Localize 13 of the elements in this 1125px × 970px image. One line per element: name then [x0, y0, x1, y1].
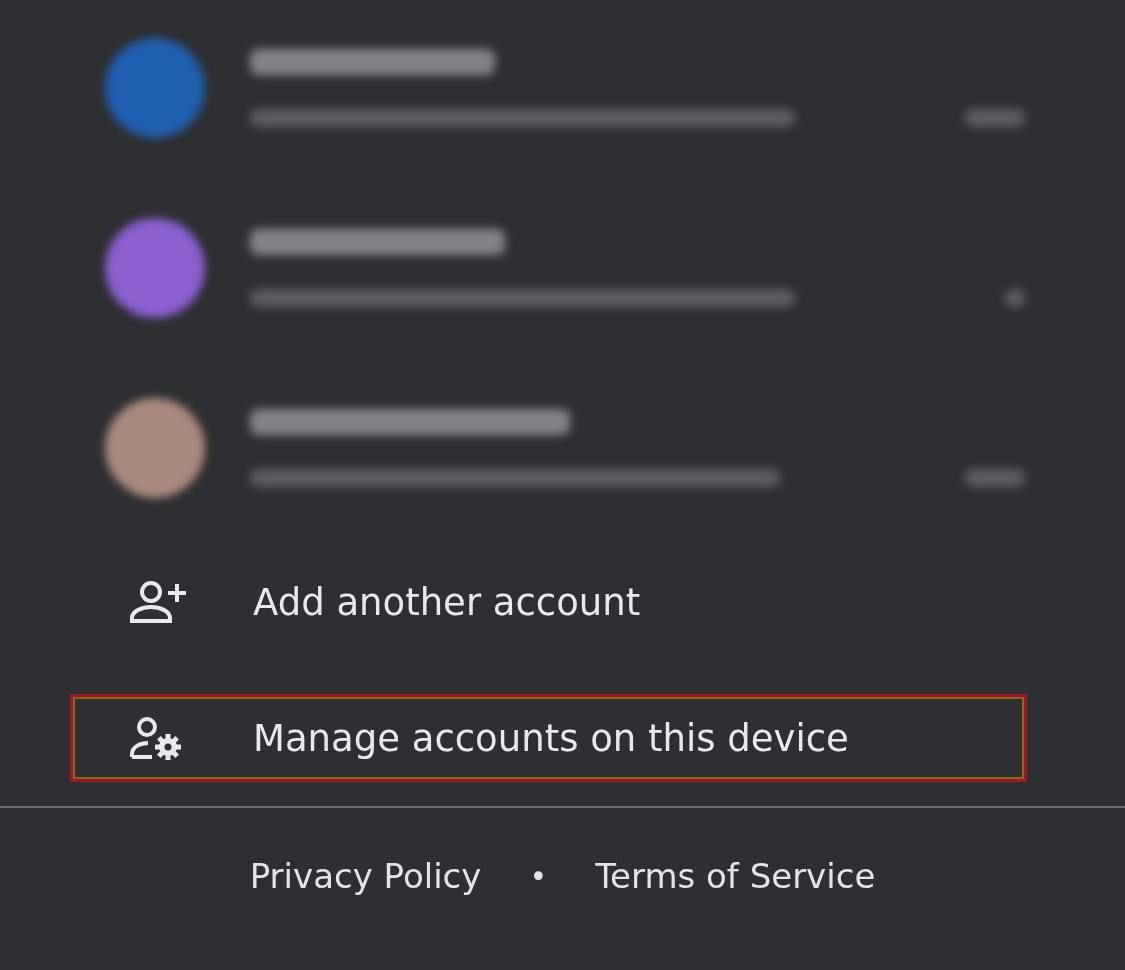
- privacy-link[interactable]: Privacy Policy: [249, 856, 482, 896]
- avatar[interactable]: [105, 398, 205, 498]
- blurred-count: [1005, 289, 1025, 307]
- terms-link[interactable]: Terms of Service: [595, 856, 876, 896]
- menu-item[interactable]: Add another account: [70, 558, 1027, 646]
- person-gear-icon: [129, 716, 183, 760]
- avatar[interactable]: [105, 38, 205, 138]
- blurred-count: [965, 469, 1025, 487]
- separator-dot: •: [529, 858, 548, 894]
- avatar[interactable]: [105, 218, 205, 318]
- menu-item[interactable]: Manage accounts on this device: [70, 694, 1027, 782]
- blurred-count: [965, 109, 1025, 127]
- add-person-icon: [129, 580, 187, 624]
